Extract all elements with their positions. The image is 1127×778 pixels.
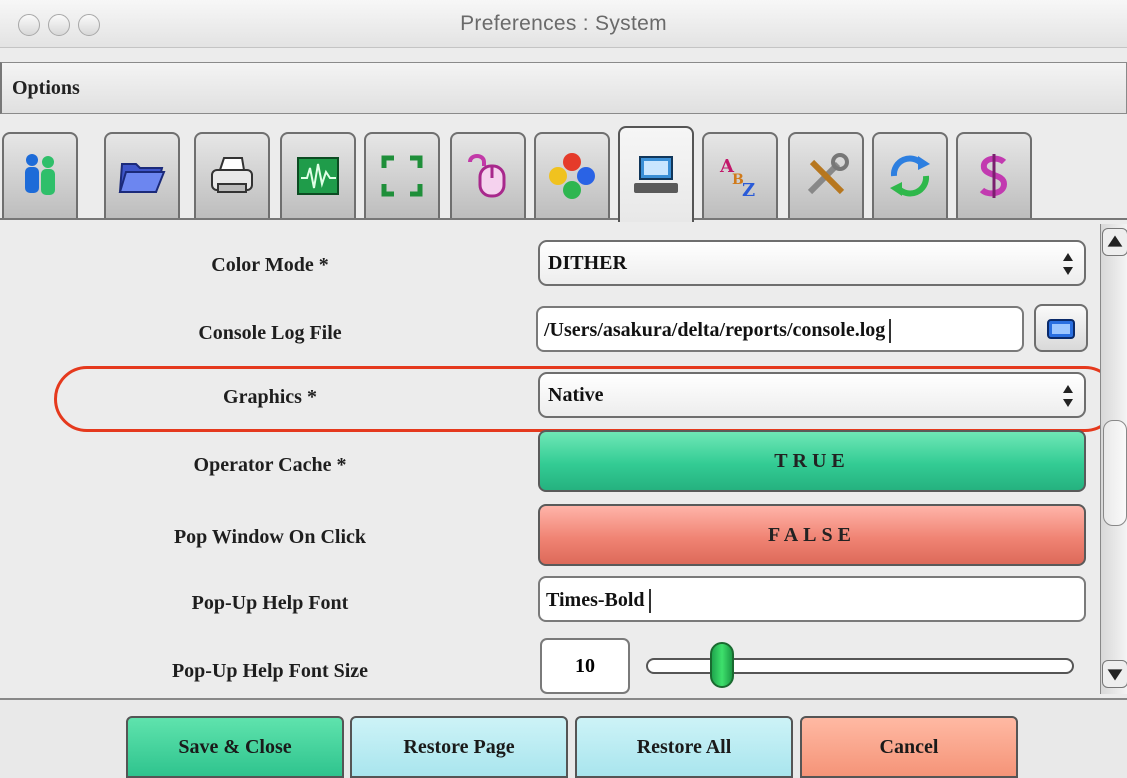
graphics-value: Native [548,384,604,406]
tab-monitor[interactable] [280,132,356,218]
tab-people[interactable] [2,132,78,218]
tab-folder[interactable] [104,132,180,218]
tab-tools[interactable] [788,132,864,218]
popup-help-font-value: Times-Bold [546,589,645,611]
pop-window-on-click-label: Pop Window On Click [173,526,367,548]
printer-icon [211,157,253,193]
text-cursor [648,589,651,614]
popup-help-font-field[interactable]: Times-Bold [538,576,1086,622]
color-dots-icon [549,153,595,199]
console-log-file-value: /Users/asakura/delta/reports/console.log [544,319,886,341]
computer-icon [634,156,678,193]
refresh-arrows-icon [890,155,930,197]
select-arrows-icon [1063,253,1073,275]
scroll-up-button[interactable] [1102,228,1127,256]
browse-folder-button[interactable] [1034,304,1088,352]
vertical-scrollbar[interactable] [1100,224,1127,694]
action-bar: Save & Close Restore Page Restore All Ca… [0,698,1127,778]
tab-mouse[interactable] [450,132,526,218]
svg-text:Z: Z [742,180,755,201]
window-title: Preferences : System [460,12,667,35]
restore-all-button[interactable]: Restore All [575,716,793,778]
graphics-select[interactable]: Native [538,372,1086,418]
fullscreen-icon [381,155,423,197]
tab-printer[interactable] [194,132,270,218]
arrow-up-icon [1107,235,1123,247]
select-arrows-icon [1063,385,1073,407]
options-header: Options [0,62,1127,114]
tools-icon [807,153,849,195]
preferences-pane: Color Mode * DITHER Console Log File /Us… [0,220,1118,698]
scroll-thumb[interactable] [1103,420,1127,526]
color-mode-select[interactable]: DITHER [538,240,1086,286]
scroll-down-button[interactable] [1102,660,1127,688]
tab-sync[interactable] [872,132,948,218]
folder-icon [1047,319,1075,339]
pop-window-on-click-toggle[interactable]: FALSE [538,504,1086,566]
color-mode-label: Color Mode * [211,254,329,276]
options-label: Options [12,77,80,99]
graphics-label: Graphics * [223,386,317,408]
tab-currency[interactable] [956,132,1032,218]
popup-help-font-size-label: Pop-Up Help Font Size [171,660,369,682]
font-size-slider-thumb[interactable] [710,642,734,688]
cancel-button[interactable]: Cancel [800,716,1018,778]
color-mode-value: DITHER [548,252,627,274]
tab-fonts[interactable]: A B Z [702,132,778,218]
preference-tabs: A B Z [0,122,1127,222]
people-icon [25,154,55,195]
restore-page-button[interactable]: Restore Page [350,716,568,778]
popup-help-font-label: Pop-Up Help Font [191,592,349,614]
folder-icon [118,163,166,193]
dollar-sign-icon [979,154,1008,198]
save-close-button[interactable]: Save & Close [126,716,344,778]
operator-cache-toggle[interactable]: TRUE [538,430,1086,492]
mouse-icon [468,154,506,198]
console-log-file-label: Console Log File [198,322,342,344]
console-log-file-field[interactable]: /Users/asakura/delta/reports/console.log [536,306,1024,352]
popup-help-font-size-field[interactable]: 10 [540,638,630,694]
tab-fullscreen[interactable] [364,132,440,218]
font-letters-icon: A B Z [719,156,755,201]
waveform-icon [297,157,339,195]
arrow-down-icon [1107,669,1123,681]
tab-colors[interactable] [534,132,610,218]
operator-cache-label: Operator Cache * [193,454,347,476]
tab-system[interactable] [618,126,694,222]
title-bar: Preferences : System [0,0,1127,48]
text-cursor [889,319,892,344]
